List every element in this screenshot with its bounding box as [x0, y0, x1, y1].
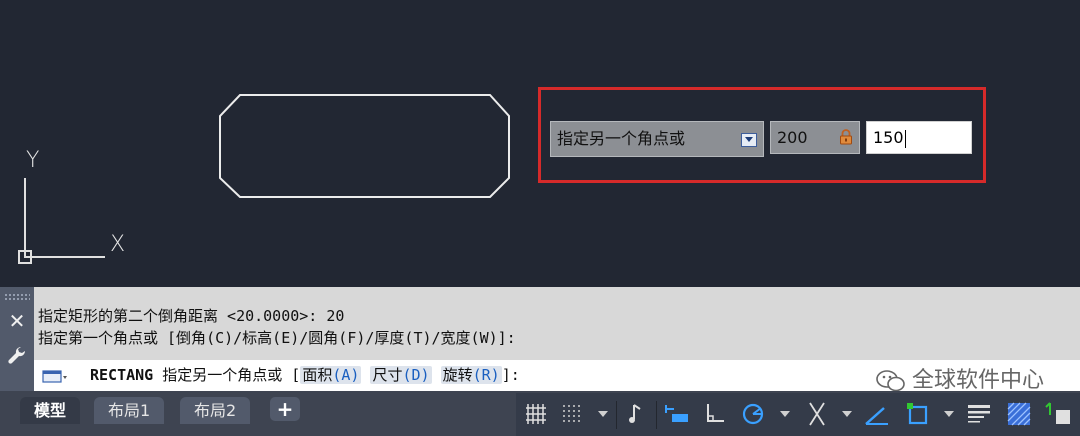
tab-layout2[interactable]: 布局2: [180, 397, 251, 424]
toolbar-divider: [616, 401, 617, 429]
history-line: 指定第一个角点或 [倒角(C)/标高(E)/圆角(F)/厚度(T)/宽度(W)]…: [38, 329, 516, 347]
history-line: 指定矩形的第二个倒角距离 <20.0000>: 20: [38, 307, 345, 325]
polar-tracking-icon[interactable]: [738, 399, 768, 429]
infer-constraints-icon[interactable]: [622, 399, 652, 429]
drag-handle-icon[interactable]: [4, 293, 30, 301]
isometric-drafting-icon[interactable]: [802, 399, 832, 429]
object-snap-icon[interactable]: [904, 399, 934, 429]
command-window: ✕ 指定矩形的第二个倒角距离 <20.0000>: 20 指定第一个角点或 [倒角…: [0, 287, 1080, 394]
selection-cycling-icon[interactable]: [1044, 399, 1074, 429]
option-area-label: 面积: [302, 366, 333, 384]
length-value: 200: [777, 128, 808, 147]
option-dimensions[interactable]: 尺寸(D): [370, 366, 432, 384]
option-area[interactable]: 面积(A): [300, 366, 362, 384]
dynamic-input-icon[interactable]: [662, 399, 692, 429]
add-layout-button[interactable]: +: [270, 397, 300, 421]
option-rotation-key: (R): [472, 366, 500, 384]
command-prompt-label: 指定另一个角点或: [162, 366, 283, 384]
width-value: 150: [873, 128, 904, 147]
object-snap-tracking-icon[interactable]: [862, 399, 892, 429]
command-prompt-icon[interactable]: [42, 368, 68, 384]
command-window-grip[interactable]: ✕: [0, 287, 34, 391]
dynamic-input-prompt-text: 指定另一个角点或: [557, 129, 686, 148]
polar-dropdown-arrow-icon[interactable]: [780, 411, 790, 417]
grid-display-icon[interactable]: [522, 399, 552, 429]
tab-model[interactable]: 模型: [20, 397, 81, 424]
ucs-y-label: Y: [26, 148, 40, 173]
lock-icon: [840, 129, 852, 145]
osnap-dropdown-arrow-icon[interactable]: [944, 411, 954, 417]
command-input[interactable]: RECTANG 指定另一个角点或 [面积(A) 尺寸(D) 旋转(R)]: 全球…: [34, 360, 1080, 394]
close-icon[interactable]: ✕: [6, 309, 28, 333]
status-toolbar: [516, 393, 1080, 436]
command-name: RECTANG: [90, 366, 154, 384]
command-prompt-text: RECTANG 指定另一个角点或 [面积(A) 尺寸(D) 旋转(R)]:: [90, 360, 520, 391]
status-bar: 模型 布局1 布局2 +: [0, 391, 1080, 436]
watermark-text: 全球软件中心: [912, 368, 1045, 393]
text-caret: [904, 129, 906, 148]
isometric-dropdown-arrow-icon[interactable]: [842, 411, 852, 417]
dropdown-arrow-icon[interactable]: [741, 133, 757, 147]
watermark: 全球软件中心: [876, 362, 1044, 394]
snap-mode-icon[interactable]: [558, 399, 588, 429]
command-history: 指定矩形的第二个倒角距离 <20.0000>: 20 指定第一个角点或 [倒角(C…: [38, 305, 516, 349]
dynamic-input-prompt[interactable]: 指定另一个角点或: [550, 121, 764, 157]
transparency-icon[interactable]: [1004, 399, 1034, 429]
open-bracket: [: [291, 366, 301, 384]
option-rotation-label: 旋转: [442, 366, 473, 384]
option-rotation[interactable]: 旋转(R): [440, 366, 502, 384]
wrench-icon[interactable]: [7, 345, 27, 365]
option-dimensions-key: (D): [402, 366, 430, 384]
ucs-x-label: X: [110, 232, 126, 257]
lineweight-icon[interactable]: [964, 399, 994, 429]
ucs-icon: [18, 178, 105, 264]
drawing-canvas[interactable]: Y X 指定另一个角点或 200 150: [0, 0, 1080, 287]
option-dimensions-label: 尺寸: [372, 366, 403, 384]
close-bracket: ]:: [501, 366, 520, 384]
option-area-key: (A): [332, 366, 360, 384]
tab-layout1[interactable]: 布局1: [94, 397, 165, 424]
ortho-mode-icon[interactable]: [700, 399, 730, 429]
snap-dropdown-arrow-icon[interactable]: [598, 411, 608, 417]
dynamic-input-length-field[interactable]: 200: [770, 121, 860, 154]
wechat-icon: [876, 370, 905, 392]
toolbar-divider: [656, 401, 657, 429]
dynamic-input-width-field[interactable]: 150: [866, 121, 972, 154]
